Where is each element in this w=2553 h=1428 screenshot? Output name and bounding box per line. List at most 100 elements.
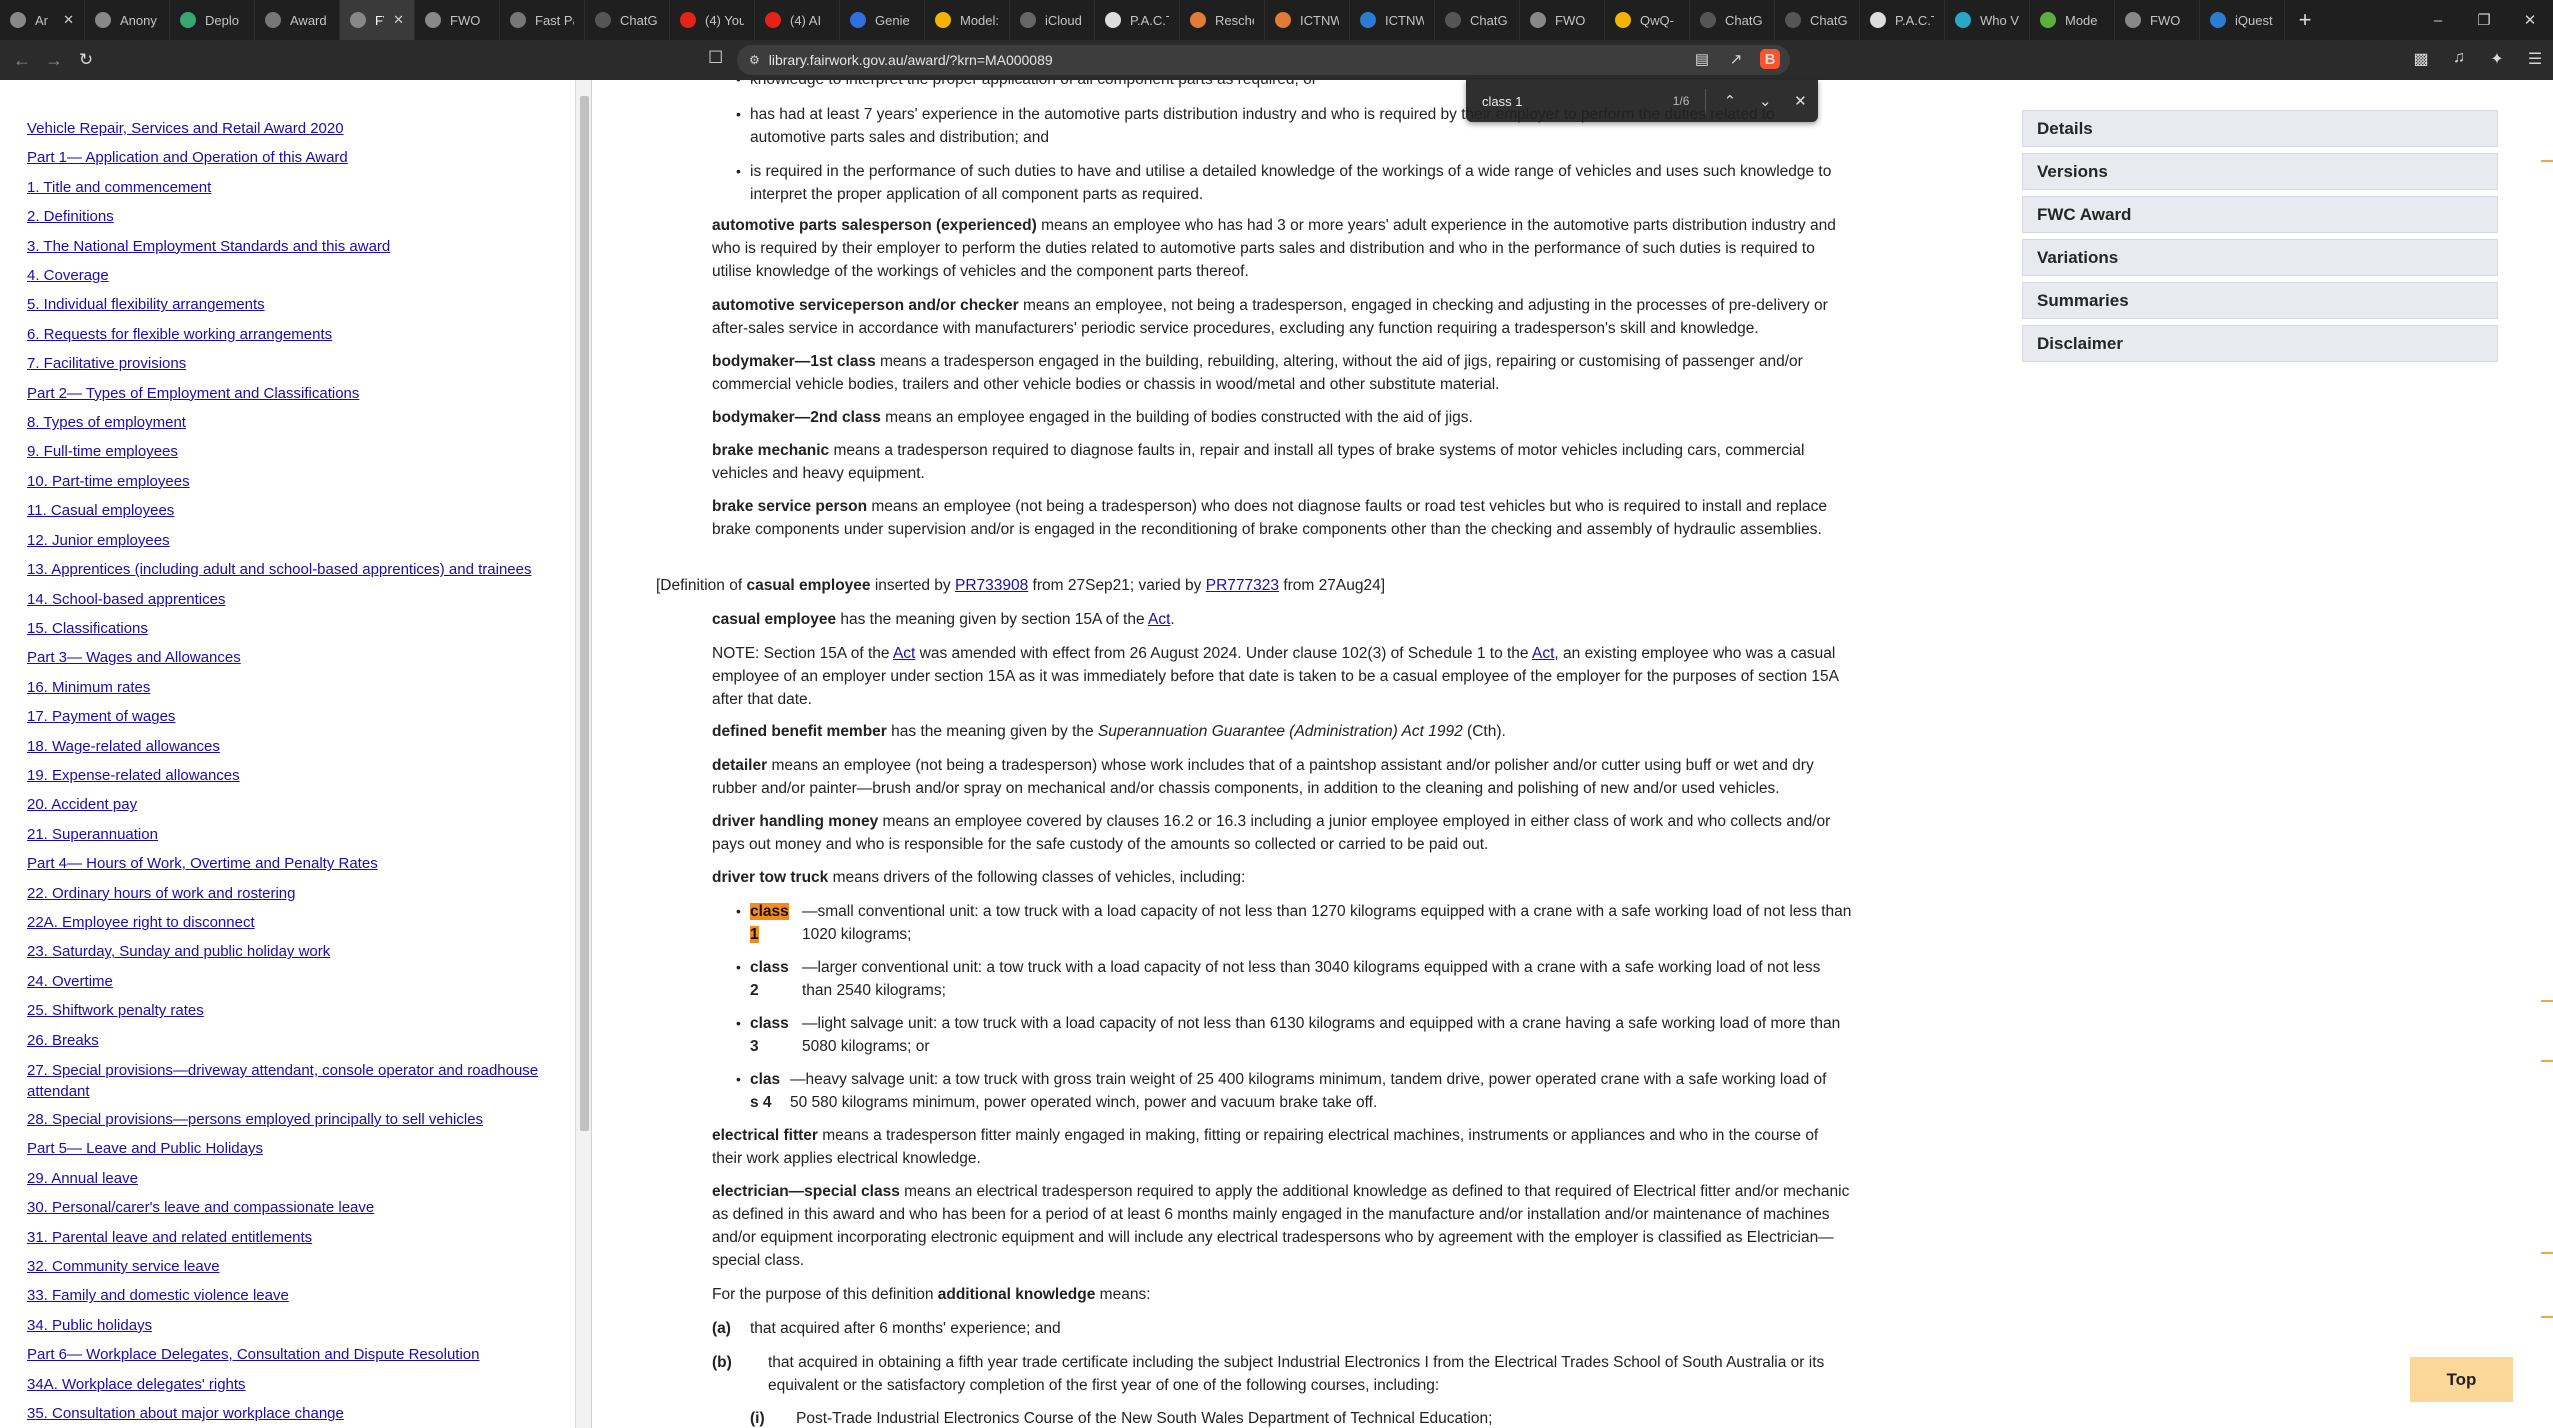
toc-link[interactable]: 35. Consultation about major workplace c…	[27, 1399, 547, 1428]
toc-link[interactable]: 7. Facilitative provisions	[27, 349, 547, 378]
close-window-icon[interactable]: ✕	[2507, 11, 2553, 29]
url-bar[interactable]: ⚙ library.fairwork.gov.au/award/?krn=MA0…	[737, 45, 1790, 75]
toc-link[interactable]: Part 3— Wages and Allowances	[27, 643, 547, 672]
toc-link[interactable]: Part 6— Workplace Delegates, Consultatio…	[27, 1340, 547, 1369]
toc-link[interactable]: 6. Requests for flexible working arrange…	[27, 320, 547, 349]
browser-tab[interactable]: Mode	[2030, 0, 2115, 40]
close-tab-icon[interactable]: ✕	[393, 12, 404, 28]
toc-link[interactable]: 24. Overtime	[27, 967, 547, 996]
act-link[interactable]: Act	[893, 645, 915, 662]
media-icon[interactable]: ♫	[2449, 49, 2469, 69]
toc-link[interactable]: 27. Special provisions—driveway attendan…	[27, 1055, 547, 1105]
sidenav-details[interactable]: Details	[2022, 110, 2498, 147]
brave-shields-icon[interactable]: B	[1760, 49, 1780, 69]
toc-link[interactable]: 15. Classifications	[27, 614, 547, 643]
bookmark-icon[interactable]: ☐	[708, 48, 723, 68]
menu-icon[interactable]: ☰	[2525, 49, 2545, 69]
browser-tab[interactable]: Who V	[1945, 0, 2030, 40]
sidebar-icon[interactable]: ✦	[2487, 49, 2507, 69]
browser-tab[interactable]: QwQ-	[1605, 0, 1690, 40]
sidenav-variations[interactable]: Variations	[2022, 239, 2498, 276]
toc-link[interactable]: 28. Special provisions—persons employed …	[27, 1105, 547, 1134]
browser-tab[interactable]: FWO	[1520, 0, 1605, 40]
toc-link[interactable]: 18. Wage-related allowances	[27, 732, 547, 761]
browser-tab[interactable]: FV ✕	[340, 0, 415, 40]
browser-tab[interactable]: ICTNW	[1265, 0, 1350, 40]
browser-tab[interactable]: Anony	[85, 0, 170, 40]
browser-tab[interactable]: Ar ✕	[0, 0, 85, 40]
site-info-icon[interactable]: ⚙	[749, 53, 760, 67]
toc-link[interactable]: 34. Public holidays	[27, 1311, 547, 1340]
toc-link[interactable]: 16. Minimum rates	[27, 673, 547, 702]
toc-link[interactable]: 33. Family and domestic violence leave	[27, 1281, 547, 1310]
toc-link[interactable]: 8. Types of employment	[27, 408, 547, 437]
reload-icon[interactable]: ↻	[70, 50, 102, 70]
act-link[interactable]: Act	[1532, 645, 1554, 662]
pr733908-link[interactable]: PR733908	[955, 577, 1028, 594]
page-scrollbar[interactable]	[2541, 80, 2553, 1428]
toc-link[interactable]: 11. Casual employees	[27, 496, 547, 525]
reader-mode-icon[interactable]: ▤	[1692, 50, 1712, 68]
browser-tab[interactable]: Genie	[840, 0, 925, 40]
toc-link[interactable]: 17. Payment of wages	[27, 702, 547, 731]
browser-tab[interactable]: Deplo	[170, 0, 255, 40]
toc-link[interactable]: 34A. Workplace delegates' rights	[27, 1370, 547, 1399]
toc-link[interactable]: 9. Full-time employees	[27, 437, 547, 466]
browser-tab[interactable]: P.A.C.T	[1095, 0, 1180, 40]
browser-tab[interactable]: ChatG	[585, 0, 670, 40]
browser-tab[interactable]: ChatG	[1690, 0, 1775, 40]
browser-tab[interactable]: FWO	[2115, 0, 2200, 40]
toc-link[interactable]: 3. The National Employment Standards and…	[27, 232, 547, 261]
sidenav-summaries[interactable]: Summaries	[2022, 282, 2498, 319]
sidenav-versions[interactable]: Versions	[2022, 153, 2498, 190]
toc-link[interactable]: 10. Part-time employees	[27, 467, 547, 496]
toc-link[interactable]: 30. Personal/carer's leave and compassio…	[27, 1193, 547, 1222]
act-link[interactable]: Act	[1148, 611, 1170, 628]
browser-tab[interactable]: (4) AI	[755, 0, 840, 40]
browser-tab[interactable]: Award	[255, 0, 340, 40]
toc-link[interactable]: Part 2— Types of Employment and Classifi…	[27, 379, 547, 408]
toc-link[interactable]: Part 4— Hours of Work, Overtime and Pena…	[27, 849, 547, 878]
browser-tab[interactable]: iCloud	[1010, 0, 1095, 40]
browser-tab[interactable]: P.A.C.T	[1860, 0, 1945, 40]
toc-link[interactable]: 4. Coverage	[27, 261, 547, 290]
restore-icon[interactable]: ❐	[2461, 11, 2507, 29]
minimize-icon[interactable]: –	[2415, 12, 2461, 29]
toc-link[interactable]: 13. Apprentices (including adult and sch…	[27, 555, 547, 584]
toc-link[interactable]: Vehicle Repair, Services and Retail Awar…	[27, 114, 547, 143]
sidenav-fwc-award[interactable]: FWC Award	[2022, 196, 2498, 233]
browser-tab[interactable]: ChatG	[1435, 0, 1520, 40]
browser-tab[interactable]: Fast Pa	[500, 0, 585, 40]
share-icon[interactable]: ↗	[1726, 50, 1746, 68]
forward-icon[interactable]: →	[38, 50, 70, 71]
toc-link[interactable]: 22A. Employee right to disconnect	[27, 908, 547, 937]
toc-link[interactable]: 32. Community service leave	[27, 1252, 547, 1281]
toc-link[interactable]: Part 1— Application and Operation of thi…	[27, 143, 547, 172]
browser-tab[interactable]: Model:	[925, 0, 1010, 40]
browser-tab[interactable]: ChatG	[1775, 0, 1860, 40]
toc-link[interactable]: 20. Accident pay	[27, 790, 547, 819]
pr777323-link[interactable]: PR777323	[1206, 577, 1279, 594]
browser-tab[interactable]: FWO	[415, 0, 500, 40]
browser-tab[interactable]: ICTNW	[1350, 0, 1435, 40]
toc-link[interactable]: Part 5— Leave and Public Holidays	[27, 1134, 547, 1163]
toc-link[interactable]: 1. Title and commencement	[27, 173, 547, 202]
extensions-icon[interactable]: ▩	[2411, 49, 2431, 69]
new-tab-button[interactable]: +	[2285, 0, 2325, 40]
toc-link[interactable]: 25. Shiftwork penalty rates	[27, 996, 547, 1025]
toc-scrollbar-thumb[interactable]	[580, 96, 589, 1131]
toc-link[interactable]: 19. Expense-related allowances	[27, 761, 547, 790]
toc-link[interactable]: 12. Junior employees	[27, 526, 547, 555]
back-to-top-button[interactable]: Top	[2410, 1357, 2513, 1402]
toc-link[interactable]: 31. Parental leave and related entitleme…	[27, 1223, 547, 1252]
toc-link[interactable]: 26. Breaks	[27, 1026, 547, 1055]
url-text[interactable]: library.fairwork.gov.au/award/?krn=MA000…	[769, 52, 1053, 68]
toc-link[interactable]: 29. Annual leave	[27, 1164, 547, 1193]
close-tab-icon[interactable]: ✕	[63, 12, 74, 28]
back-icon[interactable]: ←	[6, 50, 38, 71]
toc-link[interactable]: 21. Superannuation	[27, 820, 547, 849]
toc-scrollbar[interactable]	[575, 80, 591, 1428]
sidenav-disclaimer[interactable]: Disclaimer	[2022, 325, 2498, 362]
toc-link[interactable]: 14. School-based apprentices	[27, 585, 547, 614]
browser-tab[interactable]: (4) You	[670, 0, 755, 40]
